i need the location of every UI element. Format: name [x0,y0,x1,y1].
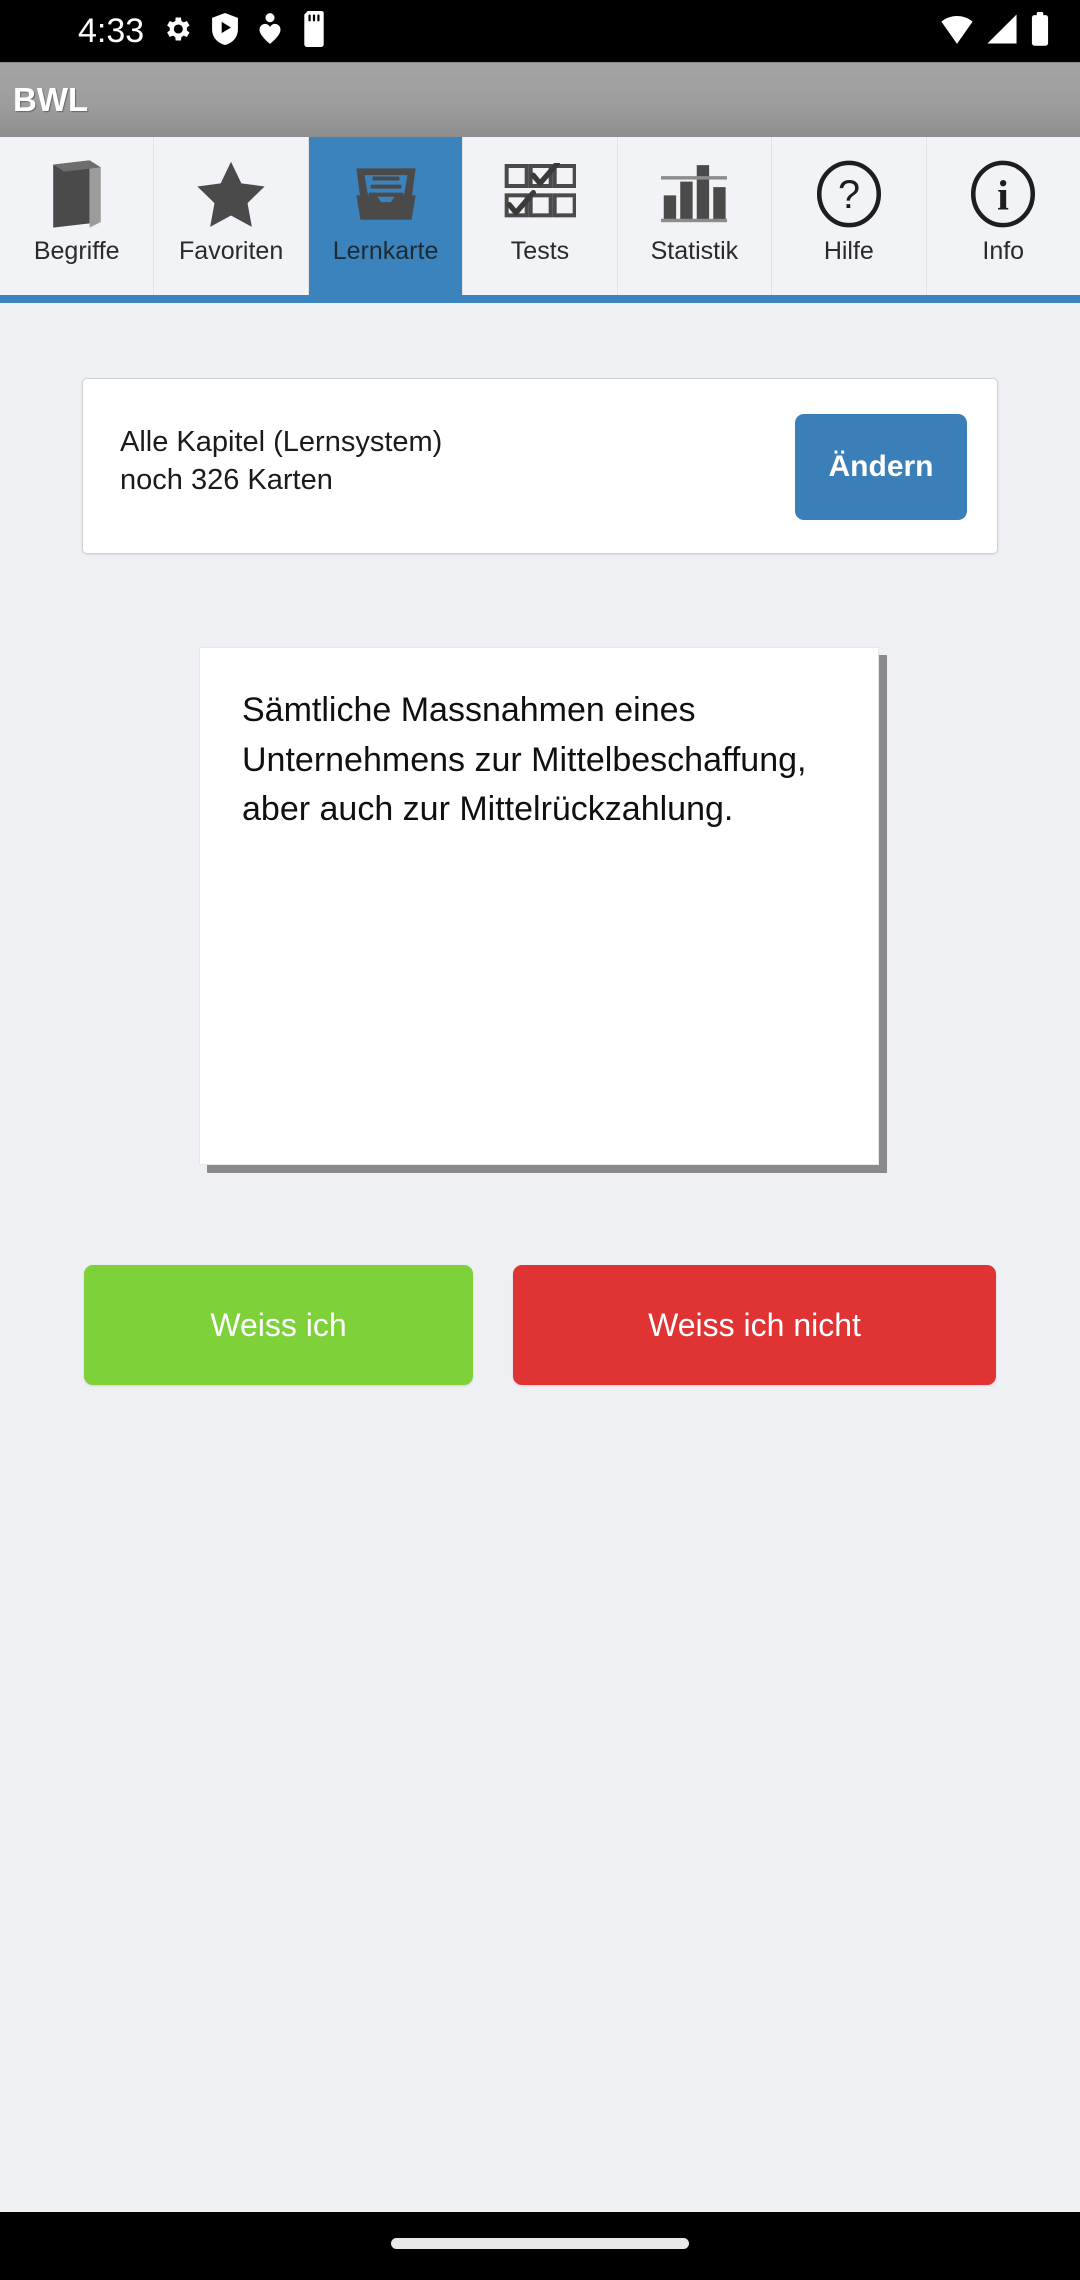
gesture-home-pill[interactable] [391,2238,689,2249]
tab-label-info: Info [982,237,1025,265]
tab-label-favoriten: Favoriten [179,237,284,265]
status-bar-left-group: 4:33 [78,10,328,52]
info-circle-icon: i [966,155,1040,233]
app-title: BWL [13,81,89,118]
dont-know-it-button[interactable]: Weiss ich nicht [513,1265,996,1385]
status-bar-clock: 4:33 [78,12,145,50]
battery-icon [1030,11,1050,51]
tab-hilfe[interactable]: ? Hilfe [772,137,927,295]
tab-label-lernkarte: Lernkarte [332,237,439,265]
tab-label-hilfe: Hilfe [823,237,874,265]
flashcard-container[interactable]: Sämtliche Massnahmen eines Unternehmens … [199,647,887,1173]
heart-pin-icon [257,12,283,51]
tab-begriffe[interactable]: Begriffe [0,137,155,295]
svg-text:?: ? [838,173,860,217]
checkbox-grid-icon [503,155,577,233]
sd-card-icon [300,10,328,52]
book-icon [40,155,114,233]
tab-lernkarte[interactable]: Lernkarte [308,137,464,295]
app-title-bar: BWL [0,62,1080,137]
flashcard[interactable]: Sämtliche Massnahmen eines Unternehmens … [199,647,879,1165]
chapter-remaining-count: noch 326 Karten [120,464,333,497]
star-icon [194,155,268,233]
change-chapter-button[interactable]: Ändern [795,414,967,520]
main-content: Alle Kapitel (Lernsystem) noch 326 Karte… [0,303,1080,2212]
question-circle-icon: ? [812,155,886,233]
tab-tests[interactable]: Tests [463,137,618,295]
tab-info[interactable]: i Info [926,137,1080,295]
chapter-info: Alle Kapitel (Lernsystem) noch 326 Karte… [120,423,820,500]
play-protect-icon [210,12,240,50]
tab-favoriten[interactable]: Favoriten [154,137,309,295]
tab-bar[interactable]: Begriffe Favoriten Lernkarte Tests Stati… [0,137,1080,295]
flashcard-text: Sämtliche Massnahmen eines Unternehmens … [242,691,807,829]
chapter-title: Alle Kapitel (Lernsystem) [120,426,443,458]
file-box-icon [349,155,423,233]
tab-label-statistik: Statistik [650,237,739,265]
tab-label-begriffe: Begriffe [33,237,120,265]
status-bar-right-group [940,0,1050,62]
tab-selection-underline [0,295,1080,303]
status-bar: 4:33 [0,0,1080,62]
svg-text:i: i [997,173,1009,220]
answer-button-row: Weiss ich Weiss ich nicht [0,1265,1080,1390]
know-it-button[interactable]: Weiss ich [84,1265,473,1385]
chapter-card: Alle Kapitel (Lernsystem) noch 326 Karte… [82,378,998,554]
wifi-icon [940,13,974,50]
system-navigation-bar [0,2212,1080,2280]
cellular-signal-icon [986,13,1018,50]
tab-label-tests: Tests [510,237,570,265]
gear-icon [161,13,193,50]
bar-chart-icon [657,155,731,233]
tab-statistik[interactable]: Statistik [617,137,773,295]
